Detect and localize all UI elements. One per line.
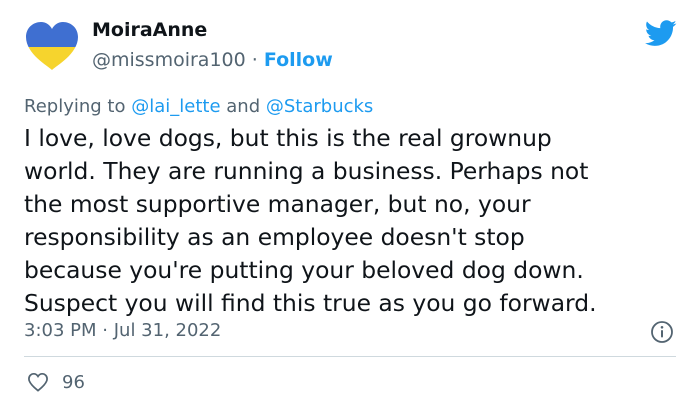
reply-context: Replying to @lai_lette and @Starbucks [24, 96, 373, 117]
handle-separator: · [251, 49, 258, 71]
avatar[interactable] [24, 20, 80, 72]
twitter-bird-icon[interactable] [645, 20, 677, 47]
mention-link-1[interactable]: @lai_lette [131, 96, 220, 117]
follow-button[interactable]: Follow [264, 49, 333, 71]
info-icon[interactable] [650, 320, 674, 344]
tweet-text: I love, love dogs, but this is the real … [24, 124, 597, 317]
author-handle[interactable]: @missmoira100 [92, 49, 246, 71]
tweet-timestamp[interactable]: 3:03 PM · Jul 31, 2022 [24, 320, 221, 341]
heart-icon[interactable] [27, 372, 49, 392]
replying-joiner: and [226, 96, 261, 117]
timestamp-separator: · [102, 320, 108, 341]
author-display-name[interactable]: MoiraAnne [92, 19, 207, 41]
author-handle-row: @missmoira100 · Follow [92, 49, 333, 71]
mention-link-2[interactable]: @Starbucks [266, 96, 373, 117]
tweet-date[interactable]: Jul 31, 2022 [114, 320, 222, 341]
tweet-time[interactable]: 3:03 PM [24, 320, 97, 341]
replying-prefix: Replying to [24, 96, 126, 117]
divider [24, 356, 676, 357]
like-count[interactable]: 96 [62, 372, 85, 393]
